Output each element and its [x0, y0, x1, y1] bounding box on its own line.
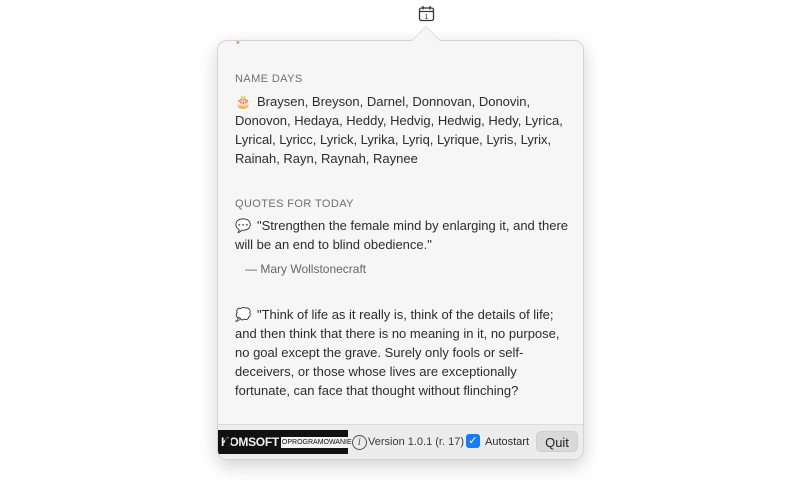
version-label: Version 1.0.1 (r. 17): [368, 436, 464, 448]
autostart-checkbox[interactable]: ✓: [466, 434, 480, 448]
info-icon[interactable]: i: [352, 435, 367, 450]
scrolled-stub-text: •: [236, 41, 240, 49]
quote-1-text: "Strengthen the female mind by enlarging…: [235, 218, 569, 252]
name-days-list: Braysen, Breyson, Darnel, Donnovan, Dono…: [235, 94, 563, 166]
quotes-title: QUOTES FOR TODAY: [235, 198, 354, 210]
content-scroll-area[interactable]: • NAME DAYS 🎂 Braysen, Breyson, Darnel, D…: [218, 41, 583, 424]
popover-panel: • NAME DAYS 🎂 Braysen, Breyson, Darnel, D…: [217, 40, 584, 460]
birthday-cake-icon: 🎂: [235, 94, 252, 109]
calendar-date-digit: 1: [425, 14, 429, 21]
quote-2-text: "Think of life as it really is, think of…: [235, 307, 560, 398]
quote-1: 💬 "Strengthen the female mind by enlargin…: [235, 216, 573, 254]
komsoft-logo[interactable]: KOMSOFT OPROGRAMOWANIE: [218, 430, 353, 454]
name-days-title: NAME DAYS: [235, 73, 303, 85]
quit-button[interactable]: Quit: [536, 431, 578, 452]
quote-1-author: — Mary Wollstonecraft: [245, 262, 367, 276]
popover-arrow: [412, 27, 440, 41]
name-days-text: 🎂 Braysen, Breyson, Darnel, Donnovan, Don…: [235, 92, 573, 168]
logo-sub-text: OPROGRAMOWANIE: [280, 436, 353, 448]
thought-bubble-icon: 💭: [235, 307, 252, 322]
autostart-label[interactable]: Autostart: [485, 436, 529, 448]
quote-2: 💭 "Think of life as it really is, think o…: [235, 305, 573, 400]
footer-bar: KOMSOFT OPROGRAMOWANIE i Version 1.0.1 (…: [218, 424, 583, 459]
calendar-icon[interactable]: 1: [418, 5, 435, 22]
speech-bubble-icon: 💬: [235, 218, 252, 233]
